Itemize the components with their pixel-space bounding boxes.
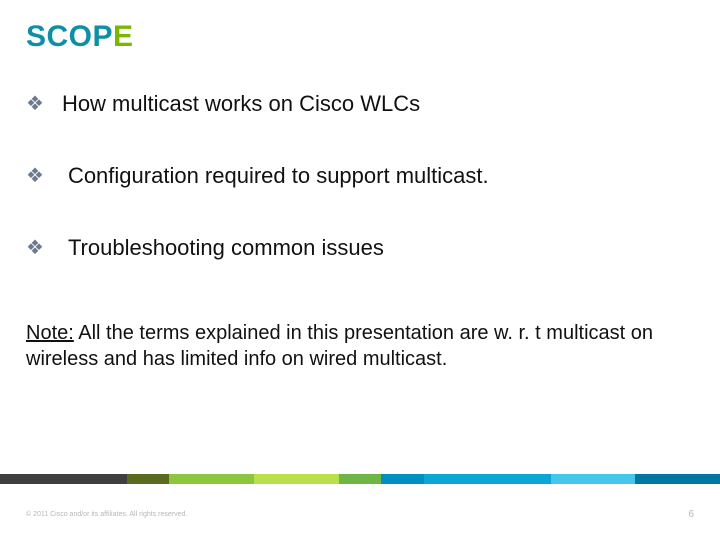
bullet-list: ❖ How multicast works on Cisco WLCs ❖ Co… (26, 90, 690, 306)
bullet-text: Configuration required to support multic… (68, 162, 489, 190)
diamond-bullet-icon: ❖ (26, 234, 44, 262)
list-item: ❖ Troubleshooting common issues (26, 234, 690, 262)
diamond-bullet-icon: ❖ (26, 162, 44, 190)
page-number: 6 (688, 509, 694, 520)
copyright-text: © 2011 Cisco and/or its affiliates. All … (26, 511, 187, 518)
title-accent: E (113, 20, 134, 53)
note-label: Note: (26, 322, 74, 344)
note-paragraph: Note: All the terms explained in this pr… (26, 320, 690, 372)
note-text: All the terms explained in this presenta… (26, 322, 653, 370)
decorative-stripe (0, 474, 720, 484)
title-main: SCOP (26, 20, 113, 53)
bullet-text: Troubleshooting common issues (68, 234, 384, 262)
diamond-bullet-icon: ❖ (26, 90, 44, 118)
list-item: ❖ Configuration required to support mult… (26, 162, 690, 190)
slide-footer: © 2011 Cisco and/or its affiliates. All … (26, 509, 694, 520)
list-item: ❖ How multicast works on Cisco WLCs (26, 90, 690, 118)
bullet-text: How multicast works on Cisco WLCs (62, 90, 420, 118)
slide-title: SCOPE (26, 20, 134, 54)
